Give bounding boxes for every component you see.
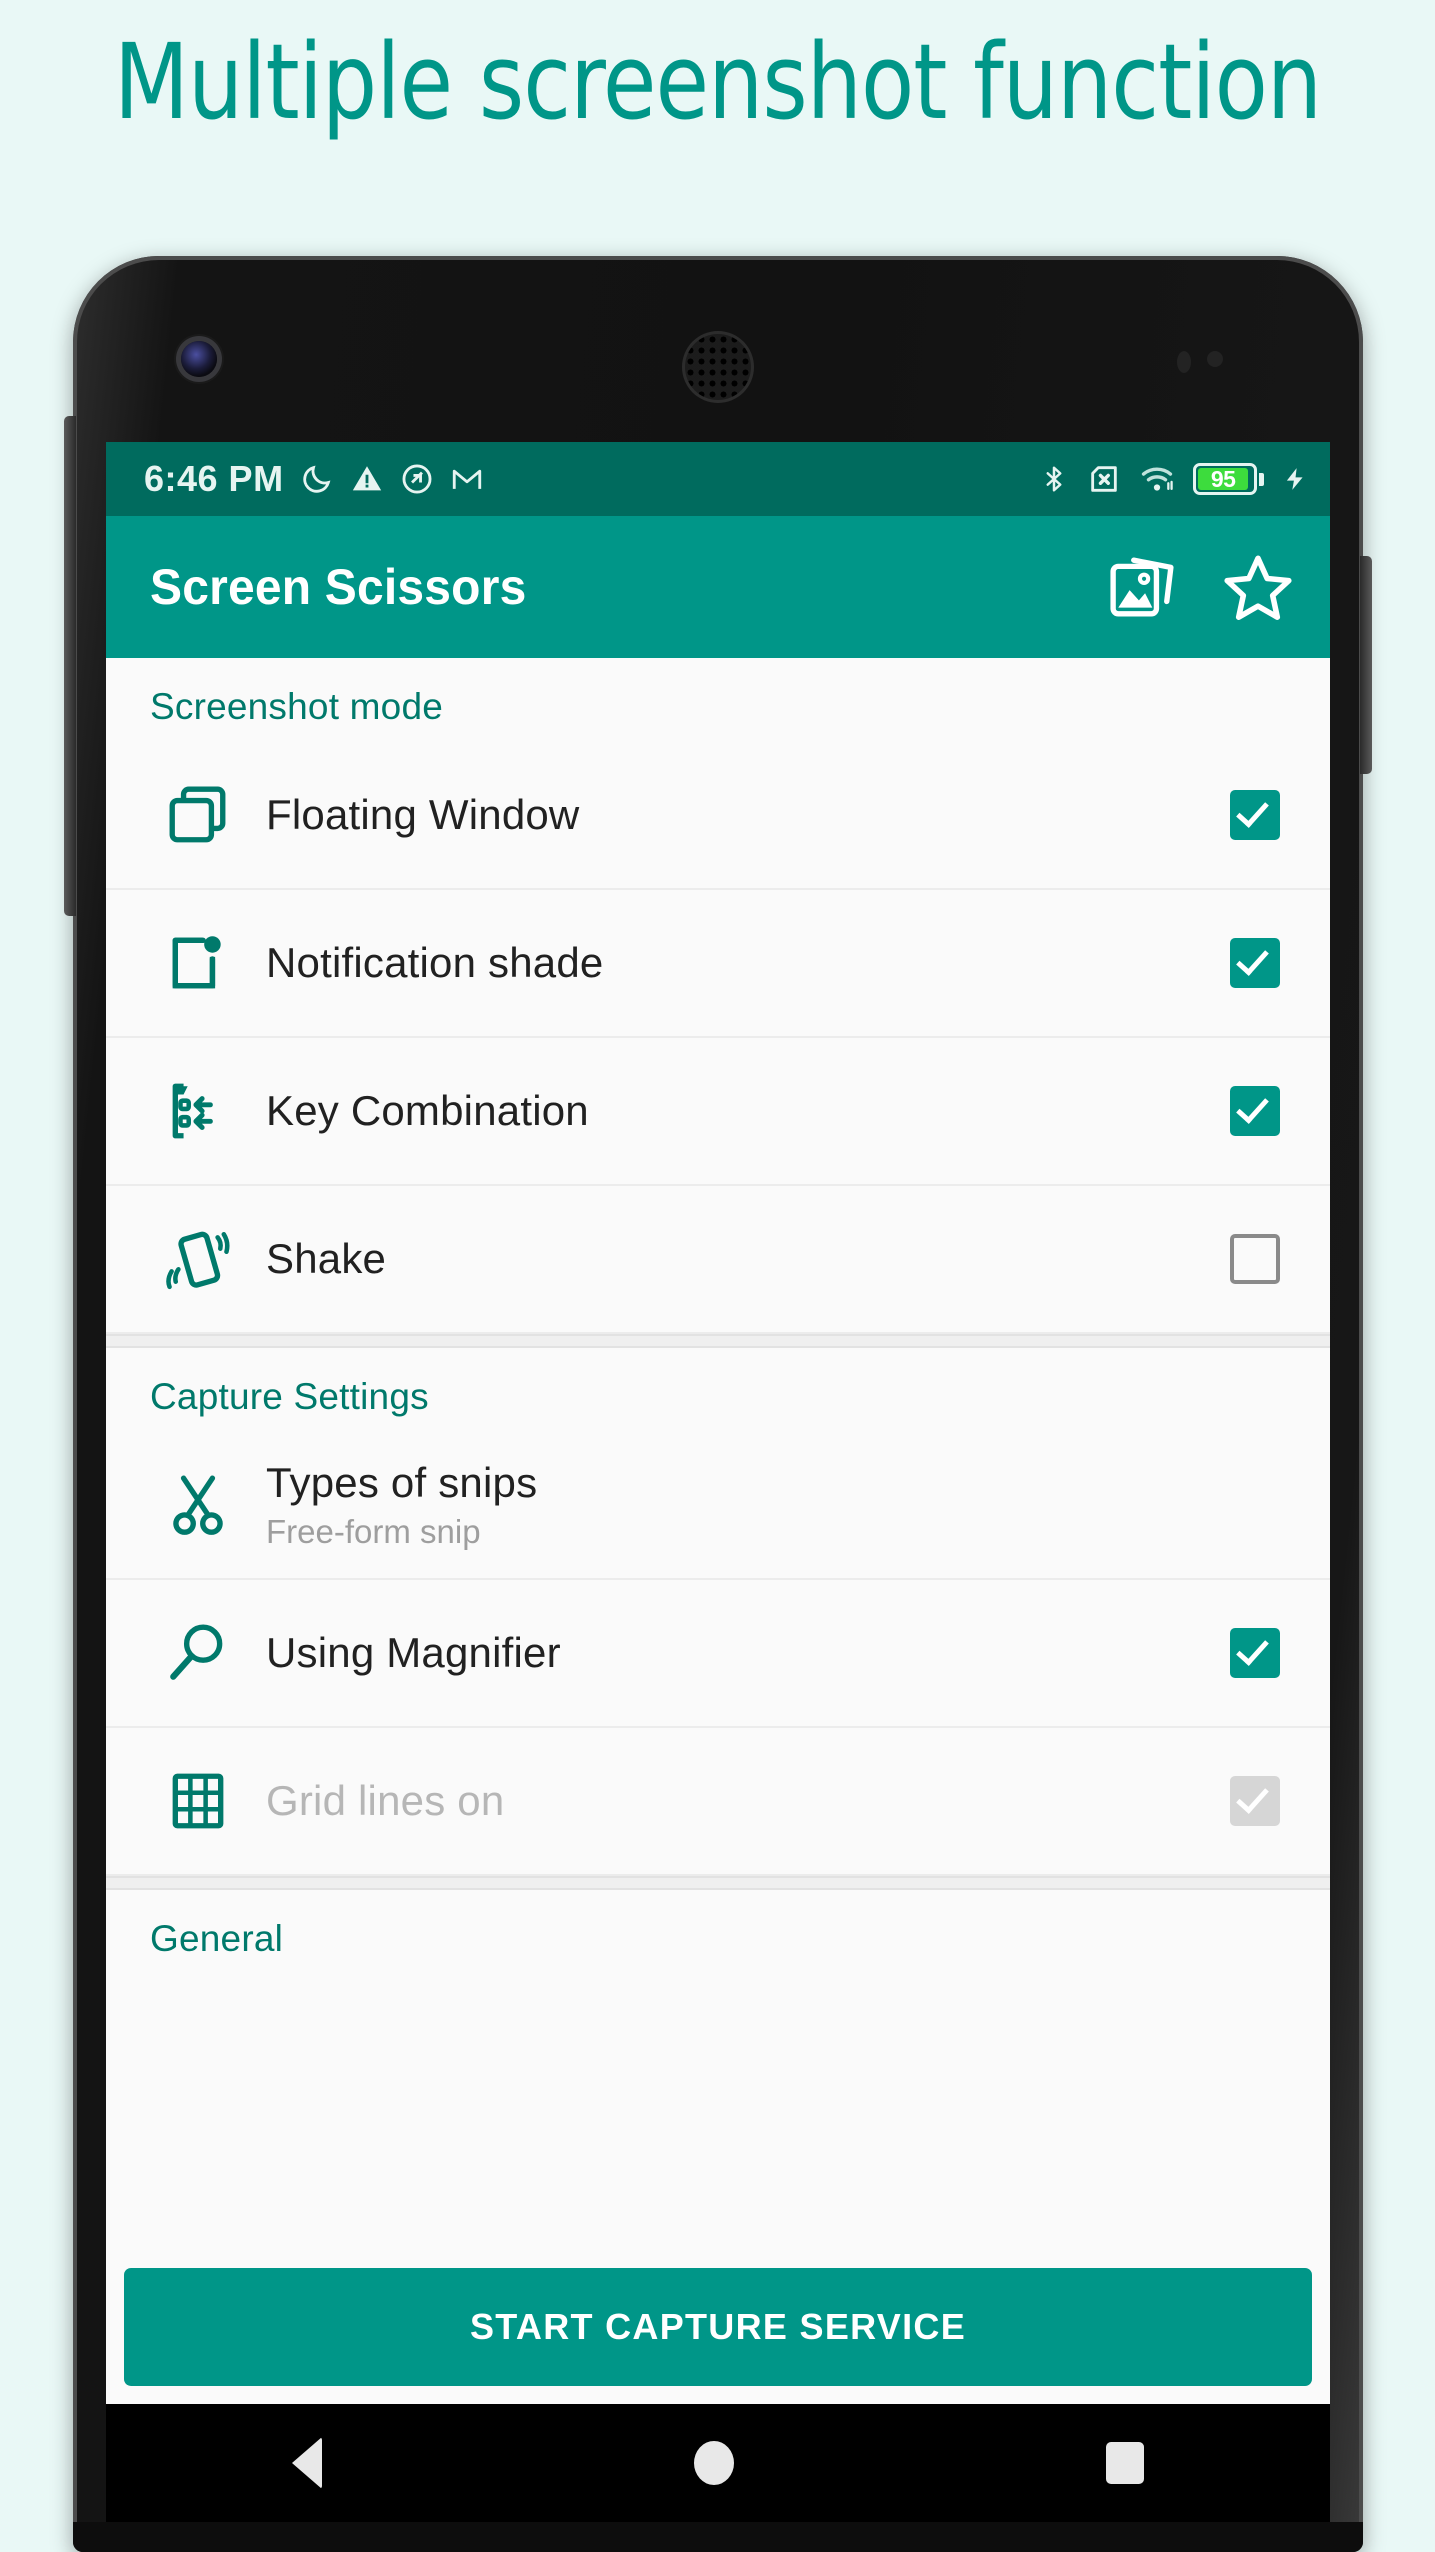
do-not-disturb-icon: [402, 464, 432, 494]
scissors-icon: [144, 1472, 252, 1538]
page-title: Multiple screenshot function: [113, 21, 1322, 143]
notification-shade-icon: [144, 930, 252, 996]
app-bar: Screen Scissors: [106, 516, 1330, 658]
home-nav-icon[interactable]: [694, 2441, 734, 2485]
row-shake[interactable]: Shake: [106, 1186, 1330, 1334]
checkbox-notification-shade[interactable]: [1230, 938, 1280, 988]
start-button-container: START CAPTURE SERVICE: [106, 2252, 1330, 2404]
gallery-icon[interactable]: [1106, 554, 1178, 620]
row-notification-shade[interactable]: Notification shade: [106, 890, 1330, 1038]
row-sublabel: Free-form snip: [266, 1512, 481, 1550]
row-label: Types of snips: [266, 1459, 538, 1507]
bluetooth-icon: [1046, 466, 1062, 492]
checkbox-shake[interactable]: [1230, 1234, 1280, 1284]
grid-lines-icon: [144, 1768, 252, 1834]
status-bar: 6:46 PM 95: [106, 442, 1330, 516]
proximity-sensor-icon: [1177, 351, 1191, 373]
status-bar-system-icons: 95: [1039, 462, 1308, 496]
section-header-screenshot-mode: Screenshot mode: [150, 686, 444, 727]
row-label: Shake: [266, 1235, 387, 1283]
row-label: Notification shade: [266, 939, 604, 987]
row-using-magnifier[interactable]: Using Magnifier: [106, 1580, 1330, 1728]
section-divider: [106, 1334, 1330, 1348]
volume-button[interactable]: [64, 416, 76, 916]
moon-icon: [302, 465, 330, 493]
light-sensor-icon: [1207, 351, 1223, 367]
navigation-bar: [106, 2404, 1330, 2522]
phone-mockup: 6:46 PM 95 Screen Scissors Screenshot mo…: [64, 256, 1372, 2552]
battery-icon: 95: [1193, 463, 1264, 495]
charging-bolt-icon: [1286, 468, 1303, 490]
checkbox-using-magnifier[interactable]: [1230, 1628, 1280, 1678]
app-title: Screen Scissors: [150, 559, 527, 615]
key-combination-icon: [144, 1078, 252, 1144]
floating-window-icon: [144, 782, 252, 848]
row-label: Grid lines on: [266, 1777, 505, 1825]
checkbox-key-combination[interactable]: [1230, 1086, 1280, 1136]
row-grid-lines-on: Grid lines on: [106, 1728, 1330, 1876]
row-types-of-snips[interactable]: Types of snips Free-form snip: [106, 1432, 1330, 1580]
no-sim-icon: [1091, 466, 1117, 492]
back-nav-icon[interactable]: [292, 2437, 322, 2489]
checkbox-floating-window[interactable]: [1230, 790, 1280, 840]
section-header-general: General: [150, 1918, 284, 1959]
row-label: Floating Window: [266, 791, 580, 839]
checkbox-grid-lines: [1230, 1776, 1280, 1826]
row-key-combination[interactable]: Key Combination: [106, 1038, 1330, 1186]
row-floating-window[interactable]: Floating Window: [106, 742, 1330, 890]
battery-level-label: 95: [1198, 466, 1249, 492]
start-capture-service-button[interactable]: START CAPTURE SERVICE: [124, 2268, 1312, 2386]
section-divider: [106, 1876, 1330, 1890]
shake-icon: [144, 1226, 252, 1292]
recents-nav-icon[interactable]: [1106, 2442, 1144, 2484]
status-bar-clock: 6:46 PM: [144, 458, 284, 499]
status-bar-notification-icons: [300, 462, 484, 496]
app-bar-actions: [1106, 553, 1294, 621]
section-header-capture-settings: Capture Settings: [150, 1376, 429, 1417]
phone-screen: 6:46 PM 95 Screen Scissors Screenshot mo…: [106, 442, 1330, 2404]
row-label: Using Magnifier: [266, 1629, 561, 1677]
earpiece-speaker-icon: [685, 334, 751, 400]
magnifier-icon: [144, 1620, 252, 1686]
power-button[interactable]: [1360, 556, 1372, 774]
warning-triangle-icon: [352, 466, 381, 491]
row-label: Key Combination: [266, 1087, 589, 1135]
gmail-icon: [452, 469, 481, 489]
settings-list: Screenshot mode Floating Window Notifica…: [106, 658, 1330, 2404]
wifi-icon: [1141, 467, 1173, 491]
front-camera-icon: [181, 341, 217, 377]
star-icon[interactable]: [1222, 553, 1294, 621]
phone-chin: [73, 2522, 1363, 2552]
